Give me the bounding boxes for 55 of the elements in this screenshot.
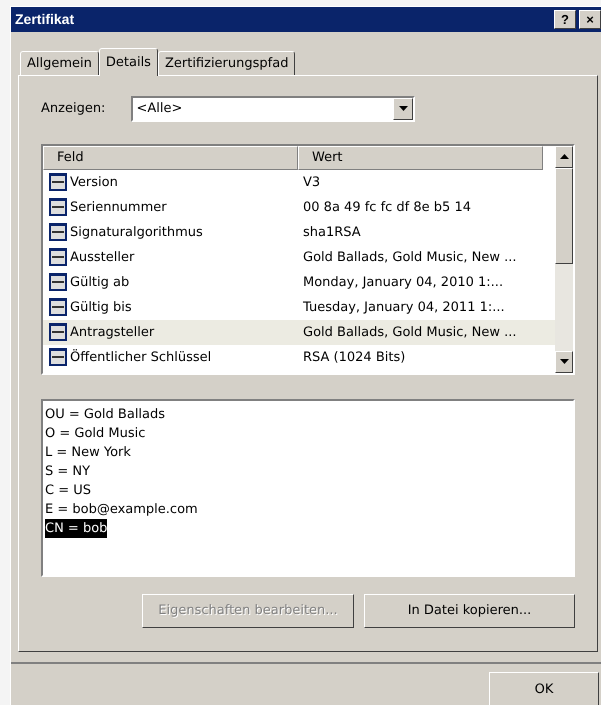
scrollbar[interactable] [555, 146, 573, 373]
detail-line: E = bob@example.com [45, 500, 198, 519]
field-value: Monday, January 04, 2010 1:... [303, 274, 504, 290]
copy-to-file-button[interactable]: In Datei kopieren... [364, 594, 575, 628]
detail-line: L = New York [45, 444, 131, 462]
tab[interactable]: Allgemein [20, 50, 99, 75]
list-row[interactable]: Seriennummer 00 8a 49 fc fc df 8e b5 14 [43, 194, 555, 220]
certificate-field-icon [48, 247, 68, 268]
certificate-field-icon [48, 297, 68, 318]
help-button[interactable]: ? [554, 10, 576, 29]
field-name: Seriennummer [70, 200, 167, 215]
certificate-field-icon [48, 322, 68, 342]
ok-button[interactable]: OK [489, 672, 599, 705]
field-name: Aussteller [70, 250, 134, 265]
detail-box[interactable]: OU = Gold Ballads O = Gold Music L = New York S = NY C = US E = bob@example.com CN = bob [41, 398, 575, 577]
tab[interactable]: Details [98, 48, 158, 76]
detail-line: S = NY [45, 462, 90, 481]
list-row[interactable]: Öffentlicher Schlüssel RSA (1024 Bits) [43, 344, 555, 370]
field-name: Öffentlicher Schlüssel [70, 350, 212, 365]
detail-line: O = Gold Music [45, 424, 146, 443]
window-title: Zertifikat [15, 11, 74, 28]
dropdown-arrow-icon [398, 106, 408, 112]
field-name: Version [70, 174, 118, 190]
scroll-down-icon [560, 359, 568, 364]
field-value: 00 8a 49 fc fc df 8e b5 14 [303, 200, 471, 215]
detail-line: OU = Gold Ballads [45, 406, 166, 424]
certificate-field-icon [48, 197, 68, 218]
scroll-up-icon [560, 154, 568, 160]
column-header[interactable]: Feld [43, 146, 298, 170]
certificate-field-icon [48, 347, 68, 368]
list-row[interactable]: Aussteller Gold Ballads, Gold Music, New ... [43, 244, 555, 270]
certificate-field-icon [48, 172, 68, 192]
show-label: Anzeigen: [41, 101, 106, 116]
field-value: sha1RSA [303, 224, 361, 240]
field-value: Gold Ballads, Gold Music, New ... [303, 324, 517, 340]
tab[interactable]: Zertifizierungspfad [158, 50, 296, 75]
list-row[interactable]: Signaturalgorithmus sha1RSA [43, 220, 555, 245]
show-dropdown[interactable]: <Alle> [131, 96, 416, 122]
certificate-field-icon [48, 272, 68, 292]
field-value: Gold Ballads, Gold Music, New ... [303, 250, 517, 265]
list-row[interactable]: Antragsteller Gold Ballads, Gold Music, New ... [43, 320, 555, 345]
field-name: Gültig bis [70, 300, 132, 315]
list-row[interactable]: Version V3 [43, 170, 555, 195]
field-value: RSA (1024 Bits) [303, 350, 406, 365]
detail-line: C = US [45, 482, 92, 500]
close-button[interactable]: × [579, 10, 601, 29]
field-name: Gültig ab [70, 274, 130, 290]
field-name: Signaturalgorithmus [70, 224, 203, 240]
field-value: Tuesday, January 04, 2011 1:... [303, 300, 505, 315]
list-row[interactable]: Gültig bis Tuesday, January 04, 2011 1:... [43, 294, 555, 320]
column-header[interactable]: Wert [298, 146, 543, 170]
field-value: V3 [303, 174, 320, 190]
field-name: Antragsteller [70, 324, 154, 340]
certificate-field-icon [48, 222, 68, 242]
list-row[interactable]: Gültig ab Monday, January 04, 2010 1:... [43, 270, 555, 295]
